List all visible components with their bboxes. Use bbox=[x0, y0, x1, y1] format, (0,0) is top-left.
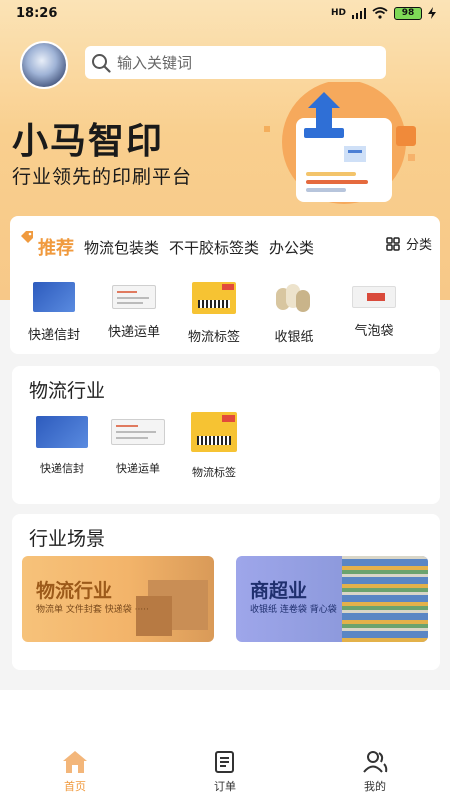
list-item[interactable]: 快递运单 bbox=[94, 282, 174, 345]
battery-indicator: 98 bbox=[394, 6, 422, 20]
category-more-button[interactable]: 分类 bbox=[386, 234, 432, 253]
signal-label: HD bbox=[330, 8, 346, 18]
home-icon bbox=[63, 751, 87, 773]
tab-adhesive-labels[interactable]: 不干胶标签类 bbox=[169, 237, 259, 258]
nav-profile[interactable]: 我的 bbox=[335, 750, 415, 794]
status-time: 18:26 bbox=[16, 5, 58, 21]
banner-retail[interactable]: 商超业 收银纸 连卷袋 背心袋 bbox=[236, 556, 428, 642]
search-icon bbox=[92, 53, 111, 73]
express-envelope-icon bbox=[36, 416, 88, 448]
search-input[interactable]: 输入关键词 bbox=[85, 46, 386, 79]
search-placeholder: 输入关键词 bbox=[117, 54, 193, 72]
brand-title: 小马智印 bbox=[12, 121, 165, 162]
list-item[interactable]: 收银纸 bbox=[254, 282, 334, 345]
logistics-industry-card: 物流行业 快递信封 快递运单 物流标签 bbox=[12, 366, 440, 504]
category-tabs: 推荐 物流包装类 不干胶标签类 办公类 分类 bbox=[21, 231, 432, 260]
profile-icon bbox=[363, 751, 388, 773]
brand-subtitle: 行业领先的印刷平台 bbox=[12, 166, 193, 188]
list-item[interactable]: 快递信封 bbox=[24, 416, 100, 480]
list-item[interactable]: 气泡袋 bbox=[334, 282, 414, 345]
avatar[interactable] bbox=[20, 41, 68, 89]
wifi-icon bbox=[372, 7, 388, 19]
bubble-bag-icon bbox=[352, 286, 396, 308]
tab-office[interactable]: 办公类 bbox=[269, 237, 314, 258]
express-envelope-icon bbox=[33, 282, 75, 312]
tab-recommend[interactable]: 推荐 bbox=[38, 234, 74, 260]
logistics-label-icon bbox=[192, 282, 236, 314]
list-item[interactable]: 物流标签 bbox=[176, 412, 252, 480]
signal-icon bbox=[352, 7, 366, 19]
cash-register-paper-icon bbox=[274, 282, 314, 314]
banner-logistics[interactable]: 物流行业 物流单 文件封套 快递袋 ····· bbox=[22, 556, 214, 642]
charging-icon bbox=[428, 7, 436, 19]
bottom-navigation: 首页 订单 我的 bbox=[0, 744, 450, 800]
status-bar: 18:26 HD 98 bbox=[0, 0, 450, 26]
list-item[interactable]: 物流标签 bbox=[174, 282, 254, 345]
tag-icon bbox=[21, 231, 33, 243]
recommend-card: 推荐 物流包装类 不干胶标签类 办公类 分类 快递信封 快递运单 物流标签 收银… bbox=[10, 216, 440, 354]
waybill-icon bbox=[112, 285, 156, 309]
orders-icon bbox=[215, 751, 234, 773]
nav-orders[interactable]: 订单 bbox=[185, 750, 265, 794]
industry-scenes-card: 行业场景 物流行业 物流单 文件封套 快递袋 ····· 商超业 收银纸 连卷袋… bbox=[12, 514, 440, 670]
grid-icon bbox=[386, 236, 400, 251]
list-item[interactable]: 快递运单 bbox=[100, 416, 176, 480]
nav-home[interactable]: 首页 bbox=[35, 750, 115, 794]
section-title-scenes: 行业场景 bbox=[29, 528, 106, 550]
category-more-label: 分类 bbox=[405, 238, 432, 253]
logistics-label-icon bbox=[191, 412, 237, 452]
upload-print-illustration bbox=[264, 82, 416, 204]
list-item[interactable]: 快递信封 bbox=[14, 282, 94, 345]
shelves-image bbox=[342, 556, 428, 642]
waybill-icon bbox=[111, 419, 165, 445]
section-title-logistics: 物流行业 bbox=[29, 380, 106, 402]
tab-logistics-packaging[interactable]: 物流包装类 bbox=[84, 237, 159, 258]
recommend-items: 快递信封 快递运单 物流标签 收银纸 气泡袋 bbox=[14, 282, 414, 345]
logistics-items: 快递信封 快递运单 物流标签 bbox=[24, 412, 252, 480]
